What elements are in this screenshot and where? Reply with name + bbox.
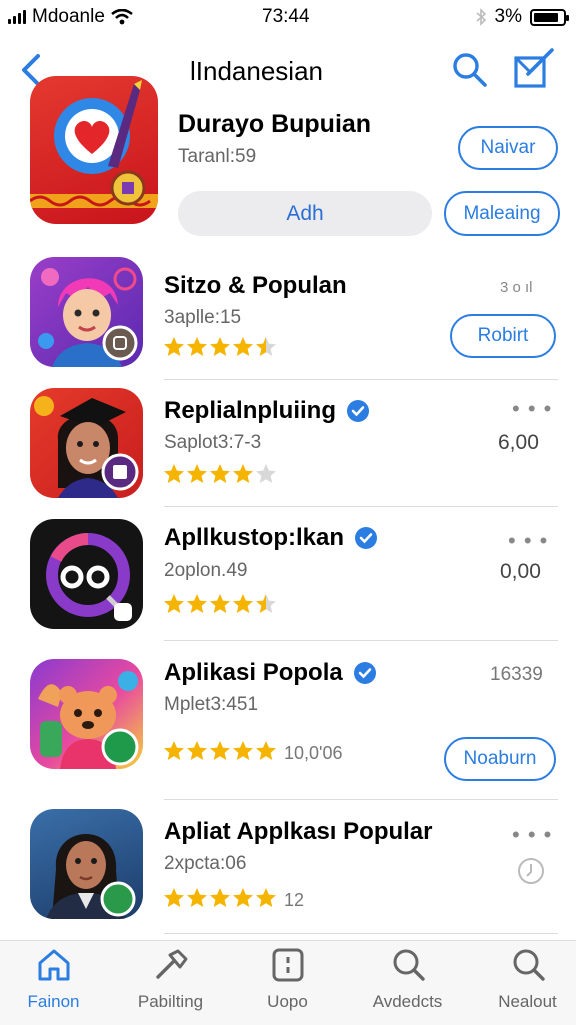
tab-search[interactable]: Nealout (470, 947, 576, 1012)
compose-icon[interactable] (512, 48, 556, 92)
star-icon (209, 593, 231, 620)
verified-badge-icon (353, 662, 376, 684)
carrier: Mdoanle (8, 6, 133, 28)
star-rating (163, 463, 277, 490)
hammer-icon (155, 949, 187, 979)
featured-get-button[interactable]: Adh (178, 191, 432, 236)
tab-home[interactable]: Fainon (0, 947, 111, 1012)
more-dots-icon[interactable]: • • • (508, 528, 548, 554)
tab-label: Pabilting (137, 992, 204, 1011)
divider (164, 506, 558, 507)
review-count: 12 (284, 890, 305, 910)
featured-app-icon[interactable] (30, 76, 158, 224)
star-icon (163, 336, 185, 363)
star-icon (186, 740, 208, 767)
more-dots-icon[interactable]: • • • (512, 396, 552, 422)
bluetooth-icon (476, 8, 486, 26)
featured-secondary-button[interactable]: Maleaing (444, 191, 560, 236)
star-icon (186, 336, 208, 363)
star-icon (186, 463, 208, 490)
star-icon (232, 887, 254, 914)
star-rating (163, 593, 277, 620)
app-square-icon (272, 948, 303, 982)
tab-label: Avdedcts (372, 992, 443, 1011)
divider (164, 640, 558, 641)
star-rating (163, 336, 277, 363)
star-icon (209, 740, 231, 767)
star-icon (255, 463, 277, 490)
app-name[interactable]: Aplikasi Popola (164, 659, 377, 687)
featured-app-subtitle: Taranl:59 (178, 146, 257, 167)
app-subtitle: Mplet3:451 (164, 694, 259, 715)
star-icon (209, 887, 231, 914)
star-rating: 12 (163, 887, 304, 914)
carrier-name: Mdoanle (32, 6, 105, 27)
battery-percent: 3% (494, 6, 522, 27)
tab-building[interactable]: Pabilting (113, 947, 228, 1012)
status-bar: Mdoanle 73:44 3% (0, 0, 576, 34)
star-icon (255, 593, 277, 620)
star-icon (186, 887, 208, 914)
star-icon (232, 336, 254, 363)
divider (164, 379, 558, 380)
star-icon (163, 740, 185, 767)
tab-apps[interactable]: Uopo (230, 947, 345, 1012)
app-subtitle: 3aplle:15 (164, 307, 242, 328)
wifi-icon (111, 9, 133, 25)
battery-icon (530, 8, 569, 26)
app-subtitle: Saplot3:7-3 (164, 432, 262, 453)
app-icon[interactable] (30, 809, 143, 919)
tab-bar: Fainon Pabilting Uopo Avdedcts Nealout (0, 940, 576, 1025)
clock: 73:44 (262, 6, 310, 27)
star-icon (186, 593, 208, 620)
app-icon[interactable] (30, 388, 143, 498)
search-icon[interactable] (450, 50, 490, 90)
home-icon (38, 949, 69, 981)
app-name[interactable]: Apllkustop:lkan (164, 524, 378, 552)
tab-label: Uopo (267, 992, 308, 1011)
tab-label: Nealout (498, 992, 557, 1011)
app-meta: 16339 (490, 664, 543, 685)
app-price: 6,00 (498, 431, 539, 454)
app-name[interactable]: Sitzo & Populan (164, 272, 347, 300)
get-button[interactable]: Robirt (450, 314, 556, 358)
star-icon (232, 593, 254, 620)
search-icon (513, 949, 545, 981)
star-icon (163, 593, 185, 620)
star-icon (209, 336, 231, 363)
divider (164, 799, 558, 800)
divider (164, 933, 558, 934)
featured-app-name[interactable]: Durayo Bupuian (178, 110, 371, 139)
app-name[interactable]: Apliat Applkası Popular (164, 818, 433, 846)
verified-badge-icon (355, 527, 378, 549)
download-icon[interactable] (516, 856, 546, 886)
tab-products[interactable]: Avdedcts (350, 947, 465, 1012)
star-icon (163, 887, 185, 914)
app-meta: 3 o ıl (500, 279, 533, 296)
search-icon (393, 949, 425, 981)
star-icon (209, 463, 231, 490)
get-button[interactable]: Noaburn (444, 737, 556, 781)
star-icon (255, 740, 277, 767)
app-name[interactable]: Replialnpluiing (164, 397, 370, 425)
star-icon (255, 336, 277, 363)
review-count: 10,0'06 (284, 743, 343, 763)
tab-label: Fainon (27, 992, 80, 1011)
app-icon[interactable] (30, 257, 143, 367)
verified-badge-icon (347, 400, 369, 422)
featured-primary-button[interactable]: Naivar (458, 126, 558, 170)
app-subtitle: 2xpcta:06 (164, 853, 247, 874)
more-dots-icon[interactable]: • • • (512, 822, 552, 848)
page-title: lIndanesian (190, 56, 323, 86)
star-icon (232, 740, 254, 767)
app-price: 0,00 (500, 560, 541, 583)
signal-icon (8, 10, 26, 24)
star-icon (163, 463, 185, 490)
star-icon (232, 463, 254, 490)
app-icon[interactable] (30, 659, 143, 769)
star-icon (255, 887, 277, 914)
star-rating: 10,0'06 (163, 740, 343, 767)
app-icon[interactable] (30, 519, 143, 629)
app-subtitle: 2oplon.49 (164, 560, 248, 581)
